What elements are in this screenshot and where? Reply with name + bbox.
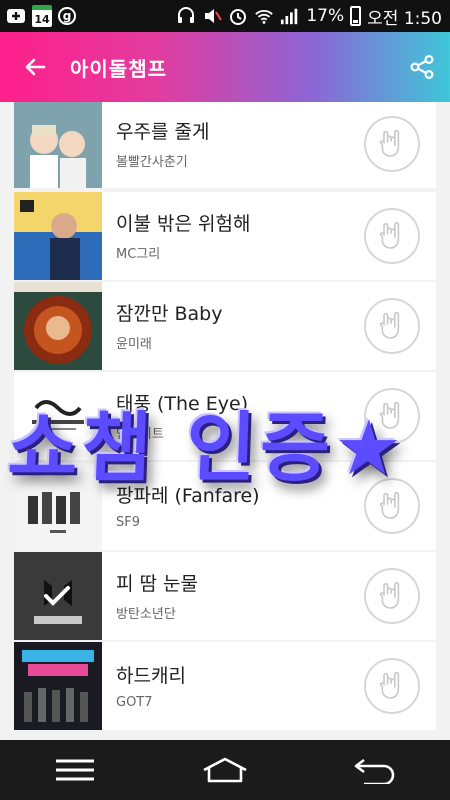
- add-icon: [6, 6, 26, 26]
- song-artist: SF9: [116, 514, 141, 530]
- calendar-day: 14: [34, 13, 50, 26]
- rock-hand-icon: [379, 311, 400, 339]
- status-bar: 14 g 17% 오전 1:50: [0, 0, 450, 32]
- song-artist: MC그리: [116, 246, 161, 262]
- list-item[interactable]: 피 땀 눈물 방탄소년단: [14, 552, 436, 640]
- song-title: 하드캐리: [116, 664, 186, 687]
- back-icon: [354, 758, 395, 784]
- system-nav-bar: [0, 740, 450, 800]
- g-badge-label: g: [62, 9, 72, 23]
- rock-hand-icon: [379, 221, 400, 249]
- battery-icon: [350, 6, 362, 26]
- album-art: [14, 282, 102, 370]
- song-artist: 볼빨간사춘기: [116, 154, 188, 170]
- list-item[interactable]: 잠깐만 Baby 윤미래: [14, 282, 436, 370]
- album-art: [14, 102, 102, 188]
- page-title: 아이돌챔프: [70, 56, 167, 81]
- album-art: [14, 642, 102, 730]
- menu-icon: [56, 759, 94, 781]
- song-title: 피 땀 눈물: [116, 572, 198, 595]
- signal-icon: [280, 6, 300, 26]
- rock-hand-icon: [379, 671, 400, 699]
- home-icon: [203, 757, 247, 783]
- vote-button[interactable]: [364, 568, 420, 624]
- g-icon: g: [58, 7, 76, 25]
- overlay-caption: 쇼챔 인증★: [6, 403, 408, 492]
- song-title: 이불 밖은 위험해: [116, 212, 251, 235]
- share-button[interactable]: [394, 32, 450, 102]
- song-title: 잠깐만 Baby: [116, 302, 223, 325]
- list-item[interactable]: 이불 밖은 위험해 MC그리: [14, 192, 436, 280]
- album-art: [14, 192, 102, 280]
- wifi-icon: [254, 6, 274, 26]
- list-item[interactable]: 우주를 줄게 볼빨간사춘기: [14, 102, 436, 188]
- album-art: [14, 552, 102, 640]
- app-header: 아이돌챔프: [0, 32, 450, 102]
- rock-hand-icon: [379, 581, 400, 609]
- back-button[interactable]: [0, 32, 70, 102]
- back-nav-button[interactable]: [330, 740, 420, 800]
- headset-icon: [176, 6, 196, 26]
- song-artist: GOT7: [116, 694, 153, 710]
- list-item[interactable]: 하드캐리 GOT7: [14, 642, 436, 730]
- vote-button[interactable]: [364, 658, 420, 714]
- share-icon: [410, 54, 434, 80]
- vote-button[interactable]: [364, 298, 420, 354]
- alarm-icon: [228, 6, 248, 26]
- vote-button[interactable]: [364, 116, 420, 172]
- calendar-icon: 14: [32, 5, 52, 27]
- vote-button[interactable]: [364, 208, 420, 264]
- battery-percent: 17%: [306, 6, 345, 26]
- song-artist: 방탄소년단: [116, 606, 176, 622]
- song-artist: 윤미래: [116, 336, 152, 352]
- arrow-left-icon: [25, 58, 46, 76]
- song-title: 우주를 줄게: [116, 120, 210, 143]
- menu-button[interactable]: [30, 740, 120, 800]
- rock-hand-icon: [379, 129, 400, 157]
- mute-icon: [202, 6, 223, 26]
- clock: 오전 1:50: [367, 8, 442, 29]
- home-button[interactable]: [180, 740, 270, 800]
